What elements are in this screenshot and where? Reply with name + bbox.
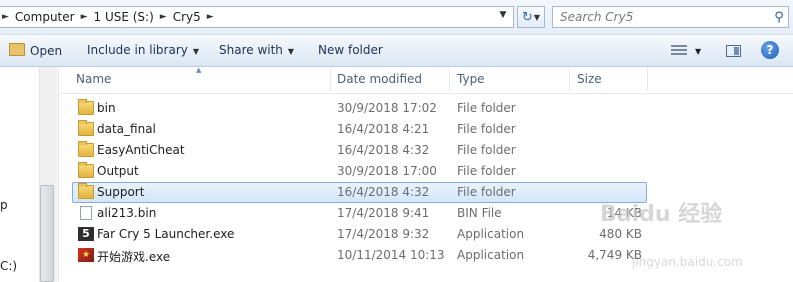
file-name: data_final (97, 122, 156, 136)
folder-icon (78, 120, 94, 136)
game-launcher-icon: ★ (78, 248, 94, 262)
view-list-icon (671, 44, 687, 57)
include-in-library-button[interactable]: Include in library ▼ (87, 43, 199, 57)
chevron-right-icon[interactable]: ► (205, 12, 216, 22)
refresh-button[interactable]: ↻ ▼ (517, 6, 545, 28)
change-view-button[interactable]: ▼ (671, 43, 701, 57)
breadcrumb-drive[interactable]: 1 USE (S:) (90, 10, 158, 24)
file-row[interactable]: 5 Far Cry 5 Launcher.exe 17/4/2018 9:32 … (72, 224, 647, 245)
column-name[interactable]: Name (76, 72, 111, 86)
file-row[interactable]: bin 30/9/2018 17:02 File folder (72, 98, 647, 119)
file-date: 30/9/2018 17:00 (337, 164, 437, 178)
file-icon (80, 206, 92, 220)
open-folder-icon (9, 43, 25, 56)
help-icon[interactable]: ? (761, 41, 779, 59)
folder-icon (78, 141, 94, 157)
file-date: 10/11/2014 10:13 (337, 248, 445, 262)
refresh-icon: ↻ (521, 9, 533, 25)
file-date: 17/4/2018 9:41 (337, 206, 430, 220)
file-type: File folder (457, 143, 516, 157)
file-row[interactable]: Output 30/9/2018 17:00 File folder (72, 161, 647, 182)
chevron-down-icon: ▼ (192, 47, 200, 56)
column-divider[interactable] (449, 67, 450, 91)
column-divider[interactable] (330, 67, 331, 91)
file-name: bin (97, 101, 116, 115)
watermark-logo: Baidu 经验 (600, 202, 723, 227)
share-with-button[interactable]: Share with ▼ (219, 43, 294, 57)
file-type: File folder (457, 185, 516, 199)
nav-item-partial[interactable]: p (0, 198, 8, 212)
command-toolbar: Open Include in library ▼ Share with ▼ New… (0, 35, 793, 67)
column-type[interactable]: Type (457, 72, 485, 86)
column-divider[interactable] (647, 67, 648, 91)
chevron-down-icon: ▼ (287, 47, 295, 56)
column-divider[interactable] (569, 67, 570, 91)
file-date: 16/4/2018 4:32 (337, 185, 430, 199)
file-row-selected[interactable]: Support 16/4/2018 4:32 File folder (72, 182, 647, 203)
search-icon[interactable]: ⚲ (770, 10, 788, 25)
file-name: EasyAntiCheat (97, 143, 185, 157)
preview-pane-icon (726, 44, 741, 57)
file-type: BIN File (457, 206, 502, 220)
folder-icon (78, 183, 94, 199)
file-name: Output (97, 164, 139, 178)
column-header: Name Date modified Type Size (60, 67, 793, 94)
file-date: 16/4/2018 4:21 (337, 122, 430, 136)
file-row[interactable]: EasyAntiCheat 16/4/2018 4:32 File folder (72, 140, 647, 161)
chevron-right-icon[interactable]: ► (158, 12, 169, 22)
chevron-down-icon[interactable]: ▼ (495, 10, 511, 20)
file-type: Application (457, 248, 525, 262)
column-size[interactable]: Size (577, 72, 602, 86)
search-input[interactable] (558, 9, 770, 25)
file-name: Far Cry 5 Launcher.exe (97, 227, 235, 241)
chevron-down-icon: ▼ (695, 47, 702, 56)
file-type: Application (457, 227, 525, 241)
address-bar-row: ► Computer ► 1 USE (S:) ► Cry5 ► ▼ ↻▼ ⚲ (0, 0, 793, 35)
breadcrumb-computer[interactable]: Computer (11, 10, 79, 24)
nav-scrollbar-thumb[interactable] (40, 185, 54, 282)
sort-ascending-icon: ▲ (196, 66, 202, 74)
breadcrumb-folder[interactable]: Cry5 (169, 10, 205, 24)
file-size: 480 KB (599, 227, 642, 241)
search-box[interactable]: ⚲ (552, 6, 789, 28)
file-type: File folder (457, 164, 516, 178)
file-row[interactable]: ★ 开始游戏.exe 10/11/2014 10:13 Application … (72, 245, 647, 266)
file-date: 16/4/2018 4:32 (337, 143, 430, 157)
folder-icon (78, 99, 94, 115)
file-row[interactable]: ali213.bin 17/4/2018 9:41 BIN File 14 KB (72, 203, 647, 224)
chevron-right-icon[interactable]: ► (79, 12, 90, 22)
file-date: 17/4/2018 9:32 (337, 227, 430, 241)
file-name: 开始游戏.exe (97, 250, 171, 264)
chevron-right-icon[interactable]: ► (0, 12, 11, 22)
open-button[interactable]: Open (9, 43, 62, 58)
folder-icon (78, 162, 94, 178)
preview-pane-button[interactable] (726, 43, 741, 57)
file-type: File folder (457, 122, 516, 136)
file-name: ali213.bin (97, 206, 157, 220)
far-cry-5-icon: 5 (78, 227, 94, 241)
file-type: File folder (457, 101, 516, 115)
file-date: 30/9/2018 17:02 (337, 101, 437, 115)
file-row[interactable]: data_final 16/4/2018 4:21 File folder (72, 119, 647, 140)
nav-item-partial-drive[interactable]: C:) (0, 259, 17, 273)
column-date-modified[interactable]: Date modified (337, 72, 422, 86)
new-folder-button[interactable]: New folder (318, 43, 383, 57)
watermark-url: jingyan.baidu.com (632, 255, 743, 269)
file-name: Support (97, 185, 145, 199)
chevron-down-icon: ▼ (533, 12, 541, 22)
breadcrumb[interactable]: ► Computer ► 1 USE (S:) ► Cry5 ► ▼ (0, 6, 514, 28)
